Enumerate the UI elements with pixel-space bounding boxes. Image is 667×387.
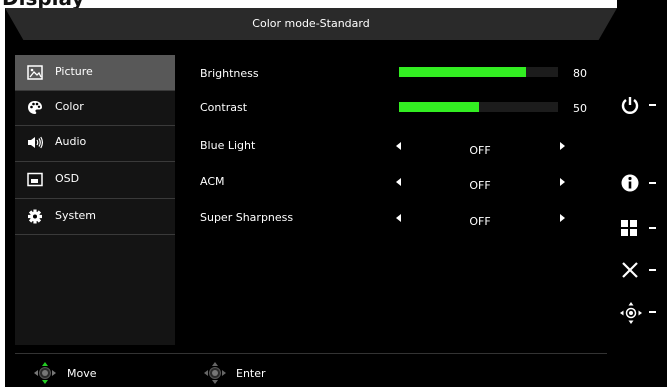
footer-divider: [15, 353, 607, 354]
brightness-slider-fill: [399, 67, 527, 77]
sidebar-item-label: System: [55, 209, 97, 222]
blue-light-value: OFF: [469, 144, 491, 157]
acm-label: ACM: [200, 175, 225, 188]
acm-right-arrow[interactable]: [560, 178, 565, 186]
dash: [649, 269, 656, 271]
sidebar-item-system[interactable]: System: [15, 199, 175, 234]
sidebar-item-label: Audio: [55, 135, 87, 148]
joystick-icon: [620, 302, 642, 324]
dash: [649, 311, 656, 313]
grid-icon: [621, 220, 637, 236]
picture-icon: [27, 65, 43, 80]
contrast-slider[interactable]: [399, 102, 558, 112]
palette-icon: [28, 101, 42, 114]
speaker-icon: [28, 136, 43, 149]
blue-light-label: Blue Light: [200, 139, 256, 152]
clipped-heading: Display: [0, 0, 200, 8]
super-sharpness-label: Super Sharpness: [200, 211, 294, 224]
close-button[interactable]: [620, 260, 662, 280]
gear-icon: [28, 209, 42, 224]
blue-light-left-arrow[interactable]: [396, 142, 401, 150]
joystick-enter-icon: [204, 362, 226, 384]
contrast-slider-fill: [399, 102, 479, 112]
super-sharpness-right-arrow[interactable]: [560, 214, 565, 222]
contrast-value: 50: [573, 102, 587, 115]
sidebar-item-color[interactable]: Color: [15, 90, 175, 125]
brightness-slider[interactable]: [399, 67, 558, 77]
move-hint: Move: [67, 367, 97, 380]
info-icon: [621, 174, 639, 192]
sidebar-item-label: Color: [55, 100, 84, 113]
acm-value: OFF: [469, 179, 491, 192]
power-icon: [621, 97, 639, 114]
contrast-label: Contrast: [200, 101, 248, 114]
grid-button[interactable]: [620, 218, 662, 238]
dash: [649, 227, 656, 229]
brightness-label: Brightness: [200, 67, 259, 80]
osd-icon: [27, 172, 43, 187]
brightness-value: 80: [573, 67, 587, 80]
dash: [649, 182, 656, 184]
close-icon: [622, 262, 638, 278]
joystick-button[interactable]: [620, 302, 662, 324]
info-button[interactable]: [620, 173, 662, 193]
enter-hint: Enter: [236, 367, 266, 380]
divider: [15, 234, 175, 235]
sidebar-item-audio[interactable]: Audio: [15, 125, 175, 160]
joystick-move-icon: [34, 362, 56, 384]
hardware-button-strip: [617, 0, 667, 387]
super-sharpness-left-arrow[interactable]: [396, 214, 401, 222]
sidebar-item-label: Picture: [55, 65, 93, 78]
sidebar-item-label: OSD: [55, 172, 80, 185]
blue-light-right-arrow[interactable]: [560, 142, 565, 150]
sidebar-item-osd[interactable]: OSD: [15, 162, 175, 197]
acm-left-arrow[interactable]: [396, 178, 401, 186]
dash: [649, 104, 656, 106]
sidebar-item-picture[interactable]: Picture: [15, 55, 175, 90]
power-button[interactable]: [620, 95, 662, 115]
super-sharpness-value: OFF: [469, 215, 491, 228]
osd-title: Color mode-Standard: [252, 17, 370, 30]
